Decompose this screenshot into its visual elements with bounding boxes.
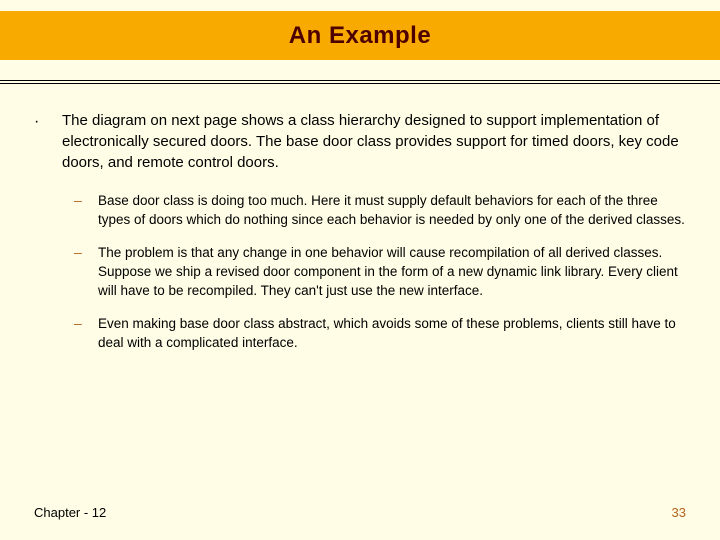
divider-double-rule — [0, 80, 720, 84]
bullet-dash-icon: – — [74, 243, 98, 300]
bullet-dash-icon: – — [74, 191, 98, 229]
footer-chapter: Chapter - 12 — [34, 505, 106, 520]
sub-bullet-text: The problem is that any change in one be… — [98, 243, 686, 300]
bullet-dash-icon: – — [74, 314, 98, 352]
title-band: An Example — [0, 11, 720, 60]
main-bullet-text: The diagram on next page shows a class h… — [62, 110, 686, 173]
sub-bullet: – The problem is that any change in one … — [74, 243, 686, 300]
bullet-dot-icon: · — [34, 110, 62, 173]
footer-page-number: 33 — [672, 505, 686, 520]
main-bullet: · The diagram on next page shows a class… — [34, 110, 686, 173]
sub-bullet: – Base door class is doing too much. Her… — [74, 191, 686, 229]
content-area: · The diagram on next page shows a class… — [34, 110, 686, 366]
sub-bullet-text: Even making base door class abstract, wh… — [98, 314, 686, 352]
sub-bullet: – Even making base door class abstract, … — [74, 314, 686, 352]
slide-title: An Example — [289, 22, 431, 50]
sub-bullet-list: – Base door class is doing too much. Her… — [74, 191, 686, 352]
sub-bullet-text: Base door class is doing too much. Here … — [98, 191, 686, 229]
